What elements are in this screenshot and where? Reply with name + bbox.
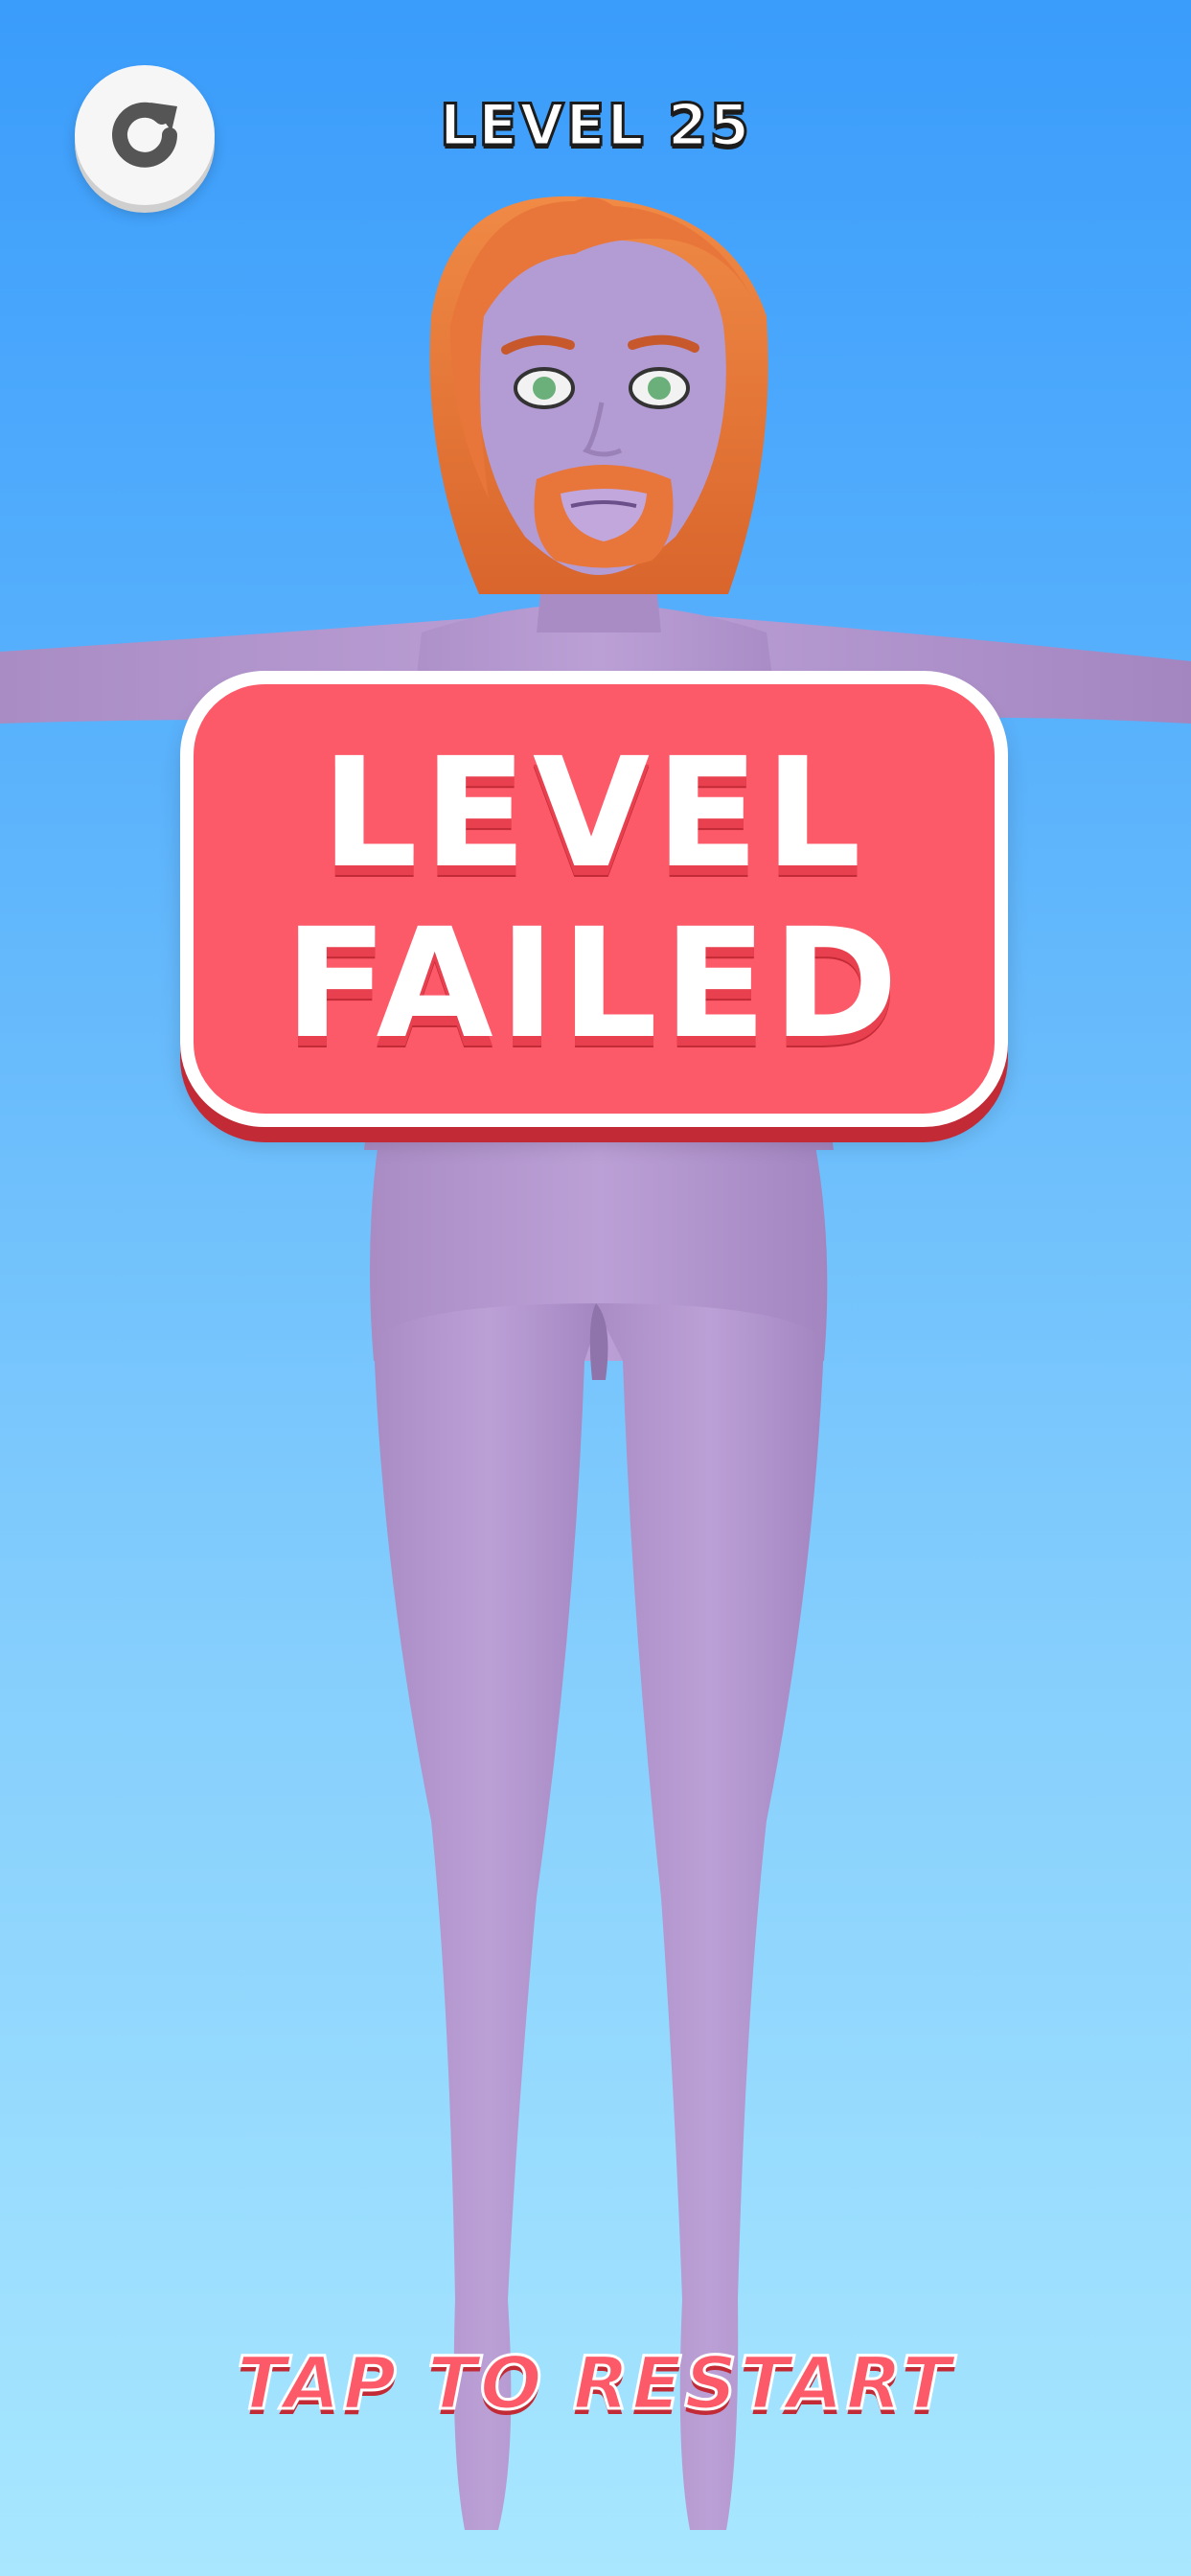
game-screen[interactable]: LEVEL 25 LEVEL FAILED TAP TO RESTART [0, 0, 1191, 2576]
banner-line-1: LEVEL [321, 725, 867, 902]
tap-to-restart-label[interactable]: TAP TO RESTART [0, 2339, 1191, 2427]
level-indicator: LEVEL 25 [438, 91, 752, 161]
banner-line-2: FAILED [284, 896, 905, 1072]
character-figure [0, 196, 1191, 2530]
level-failed-banner: LEVEL FAILED [180, 671, 1008, 1127]
